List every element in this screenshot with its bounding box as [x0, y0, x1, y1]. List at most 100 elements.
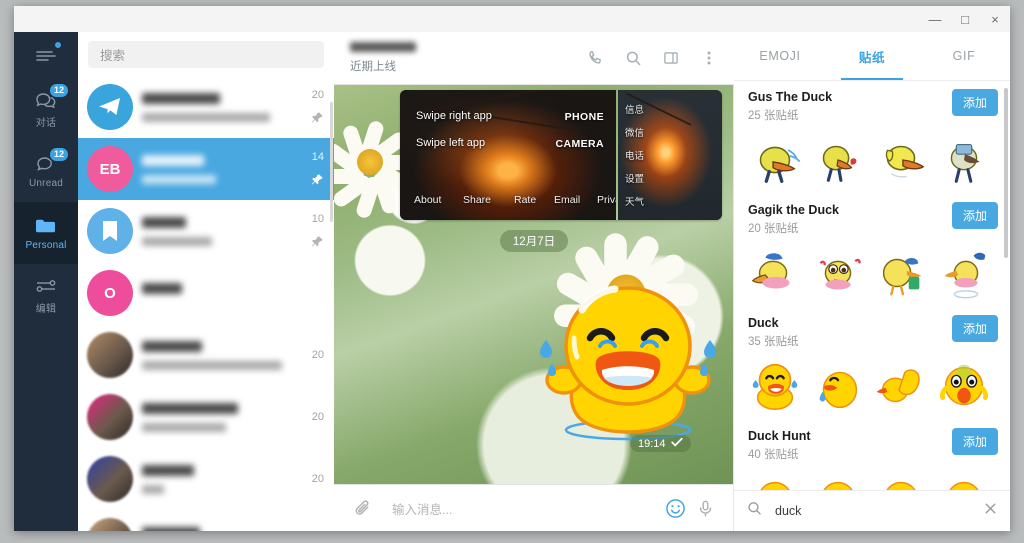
- sidebar-item-unread[interactable]: 12 Unread: [14, 140, 78, 202]
- chats-unread-badge: 12: [50, 84, 68, 97]
- call-icon[interactable]: [578, 41, 612, 75]
- message-input[interactable]: 输入消息...: [378, 499, 660, 518]
- chat-item-name-redacted: [142, 155, 204, 166]
- date-separator: 12月7日: [334, 230, 734, 252]
- sidebar-item-chats[interactable]: 12 对话: [14, 78, 78, 140]
- sticker-thumb[interactable]: [746, 357, 804, 415]
- avatar: [87, 332, 133, 378]
- album-menu-item: 微信: [625, 125, 644, 139]
- sticker-search-bar: duck: [734, 490, 1010, 531]
- chat-status: 近期上线: [350, 58, 416, 74]
- sticker-set-header: Duck35 张贴纸添加: [734, 306, 1010, 351]
- album-photo-right: 信息微信电话设置天气: [618, 90, 722, 220]
- conversation-pane: 近期上线: [334, 32, 734, 531]
- chat-item-text: [142, 527, 284, 532]
- chat-item-name-redacted: [142, 527, 200, 532]
- chat-list-scrollbar[interactable]: [330, 102, 333, 222]
- avatar: [87, 394, 133, 440]
- sticker-thumb[interactable]: [809, 244, 867, 302]
- sent-check-icon: [671, 437, 683, 450]
- photo-album-message[interactable]: Swipe right appPHONESwipe left appCAMERA…: [400, 90, 722, 220]
- folder-icon: [33, 215, 59, 237]
- chat-item-preview-redacted: [142, 423, 226, 432]
- tab-贴纸[interactable]: 贴纸: [826, 32, 918, 80]
- avatar: O: [87, 270, 133, 316]
- sticker-thumb[interactable]: [809, 357, 867, 415]
- sidebar-item-personal[interactable]: Personal: [14, 202, 78, 264]
- album-swipe-label: Swipe right app: [416, 110, 492, 122]
- sticker-thumb[interactable]: [935, 470, 993, 491]
- minimize-button[interactable]: —: [920, 6, 950, 32]
- sticker-thumb[interactable]: [746, 470, 804, 491]
- message-composer: 输入消息...: [334, 484, 734, 531]
- chat-list-item[interactable]: 20: [78, 448, 334, 510]
- sticker-thumb[interactable]: [872, 244, 930, 302]
- chat-item-preview-redacted: [142, 485, 164, 494]
- sticker-set-header: Duck Hunt40 张贴纸添加: [734, 419, 1010, 464]
- window-controls: — □ ×: [920, 6, 1010, 32]
- chat-list-item[interactable]: 20: [78, 76, 334, 138]
- more-options-icon[interactable]: [692, 41, 726, 75]
- sticker-thumb[interactable]: [746, 244, 804, 302]
- chat-list-item[interactable]: O: [78, 262, 334, 324]
- sticker-thumb[interactable]: [935, 244, 993, 302]
- chat-list-item[interactable]: 20: [78, 386, 334, 448]
- maximize-button[interactable]: □: [950, 6, 980, 32]
- add-sticker-set-button[interactable]: 添加: [952, 315, 998, 342]
- sidebar-item-label: 对话: [36, 114, 56, 129]
- add-sticker-set-button[interactable]: 添加: [952, 89, 998, 116]
- split-view-icon[interactable]: [654, 41, 688, 75]
- chat-item-meta: 20: [284, 411, 324, 423]
- album-photo-left: Swipe right appPHONESwipe left appCAMERA…: [400, 90, 616, 220]
- microphone-icon[interactable]: [690, 493, 720, 523]
- close-button[interactable]: ×: [980, 6, 1010, 32]
- chat-item-name-redacted: [142, 465, 194, 476]
- add-sticker-set-button[interactable]: 添加: [952, 202, 998, 229]
- search-icon[interactable]: [616, 41, 650, 75]
- sticker-thumb[interactable]: [872, 131, 930, 189]
- chat-background: Swipe right appPHONESwipe left appCAMERA…: [334, 84, 734, 485]
- sticker-thumb[interactable]: [935, 131, 993, 189]
- sticker-thumb[interactable]: [809, 470, 867, 491]
- chat-item-name-redacted: [142, 217, 186, 228]
- main-menu-button[interactable]: [14, 32, 78, 78]
- sticker-thumb[interactable]: [746, 131, 804, 189]
- chat-item-preview-redacted: [142, 361, 282, 370]
- chat-item-text: [142, 341, 284, 370]
- chat-item-preview-redacted: [142, 237, 212, 246]
- sticker-thumb[interactable]: [809, 131, 867, 189]
- conversation-title-block: 近期上线: [350, 42, 416, 74]
- sticker-search-input[interactable]: duck: [763, 504, 983, 518]
- sidebar-item-edit-folders[interactable]: 编辑: [14, 264, 78, 326]
- sticker-panel: EMOJI贴纸GIF Gus The Duck25 张贴纸添加Gagik the…: [733, 32, 1010, 531]
- conversation-header: 近期上线: [334, 32, 734, 85]
- smiley-icon[interactable]: [660, 493, 690, 523]
- tab-gif[interactable]: GIF: [918, 32, 1010, 80]
- sidebar-item-label: Unread: [29, 178, 63, 189]
- sticker-message[interactable]: [530, 262, 726, 458]
- add-sticker-set-button[interactable]: 添加: [952, 428, 998, 455]
- search-input[interactable]: 搜索: [88, 41, 324, 68]
- telegram-desktop-window: — □ × 12 对话: [0, 0, 1024, 543]
- chat-item-time: 20: [284, 473, 324, 485]
- chat-list-item[interactable]: EB14: [78, 138, 334, 200]
- sticker-thumb[interactable]: [872, 470, 930, 491]
- chat-item-text: [142, 155, 284, 184]
- sticker-set-list: Gus The Duck25 张贴纸添加Gagik the Duck20 张贴纸…: [734, 80, 1010, 491]
- chat-item-time: 14: [284, 151, 324, 163]
- sticker-thumb-row: [734, 125, 1010, 193]
- sticker-thumb[interactable]: [935, 357, 993, 415]
- chat-list-item[interactable]: 20: [78, 510, 334, 531]
- tab-emoji[interactable]: EMOJI: [734, 32, 826, 80]
- album-link: Share: [463, 194, 491, 206]
- sticker-thumb[interactable]: [872, 357, 930, 415]
- chat-item-meta: 14: [284, 151, 324, 187]
- paperclip-icon[interactable]: [348, 493, 378, 523]
- sticker-panel-scrollbar[interactable]: [1004, 88, 1008, 258]
- unread-chats-icon: 12: [33, 153, 59, 175]
- clear-icon[interactable]: [983, 501, 998, 521]
- chat-list-item[interactable]: 10: [78, 200, 334, 262]
- chat-list-item[interactable]: 20: [78, 324, 334, 386]
- folder-rail: 12 对话 12 Unread Personal: [14, 32, 78, 531]
- chat-item-meta: 20: [284, 89, 324, 125]
